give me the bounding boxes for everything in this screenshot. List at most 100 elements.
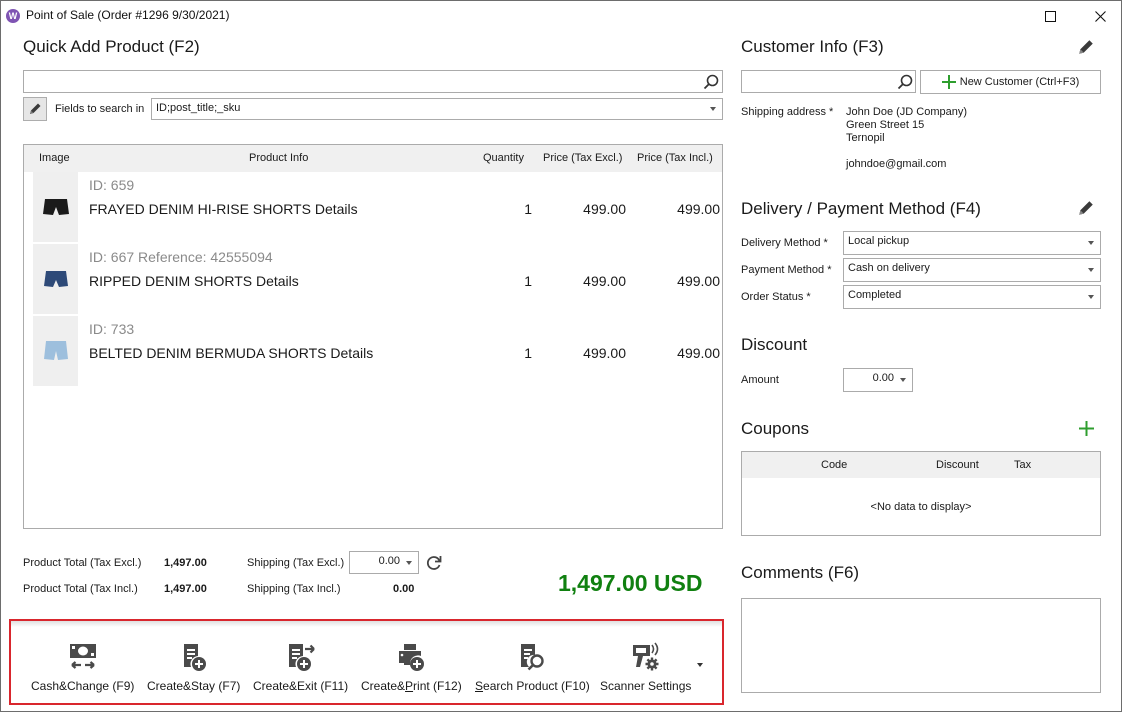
product-price-excl: 499.00 xyxy=(583,273,626,289)
shipping-excl-input[interactable]: 0.00 xyxy=(349,551,419,574)
product-total-excl-value: 1,497.00 xyxy=(164,557,207,569)
delivery-method-select[interactable]: Local pickup xyxy=(843,231,1101,255)
delivery-method-label: Delivery Method * xyxy=(741,237,828,249)
scanner-settings-icon xyxy=(632,642,659,671)
customer-search-button[interactable] xyxy=(895,73,915,91)
close-icon xyxy=(1094,10,1106,22)
new-customer-button[interactable]: New Customer (Ctrl+F3) xyxy=(920,70,1101,94)
product-quantity[interactable]: 1 xyxy=(524,273,532,289)
product-name: BELTED DENIM BERMUDA SHORTS Details xyxy=(89,345,374,361)
scanner-settings-label: Scanner Settings xyxy=(600,679,692,693)
product-name: RIPPED DENIM SHORTS Details xyxy=(89,273,299,289)
column-header-tax[interactable]: Tax xyxy=(1014,459,1031,471)
discount-title: Discount xyxy=(741,335,808,354)
product-id: ID: 659 xyxy=(89,177,135,193)
coupons-title: Coupons xyxy=(741,419,810,438)
customer-info-title: Customer Info (F3) xyxy=(741,37,884,56)
edit-delivery-button[interactable] xyxy=(1076,198,1096,218)
woocommerce-icon: W xyxy=(6,9,20,23)
chevron-down-icon xyxy=(1088,295,1094,299)
column-header-code[interactable]: Code xyxy=(821,459,847,471)
search-product-label: Search Product (F10) xyxy=(475,679,590,693)
comments-title: Comments (F6) xyxy=(741,563,860,582)
discount-amount-label: Amount xyxy=(741,374,779,386)
product-row[interactable]: ID: 659 FRAYED DENIM HI-RISE SHORTS Deta… xyxy=(24,172,722,244)
order-status-select[interactable]: Completed xyxy=(843,285,1101,309)
scanner-settings-button[interactable]: Scanner Settings xyxy=(600,641,691,697)
product-row[interactable]: ID: 667 Reference: 42555094 RIPPED DENIM… xyxy=(24,244,722,316)
cash-change-icon xyxy=(69,644,96,669)
edit-customer-button[interactable] xyxy=(1076,37,1096,57)
toolbar-more-dropdown[interactable] xyxy=(697,663,703,667)
pencil-icon xyxy=(1079,40,1093,54)
product-quantity[interactable]: 1 xyxy=(524,345,532,361)
pos-window: W Point of Sale (Order #1296 9/30/2021) … xyxy=(0,0,1122,712)
discount-amount-input[interactable]: 0.00 xyxy=(843,368,913,392)
shipping-address-label: Shipping address * xyxy=(741,106,834,118)
payment-method-label: Payment Method * xyxy=(741,264,832,276)
coupons-grid: Code Discount Tax <No data to display> xyxy=(741,451,1101,536)
address-line: Green Street 15 xyxy=(846,119,925,131)
product-quantity[interactable]: 1 xyxy=(524,201,532,217)
grand-total: 1,497.00 USD xyxy=(558,570,703,596)
product-total-excl-label: Product Total (Tax Excl.) xyxy=(23,557,142,569)
customer-email: johndoe@gmail.com xyxy=(846,158,947,170)
add-coupon-button[interactable] xyxy=(1077,419,1095,437)
new-customer-label: New Customer (Ctrl+F3) xyxy=(959,76,1080,88)
chevron-down-icon xyxy=(710,107,716,111)
column-header-product-info[interactable]: Product Info xyxy=(249,152,308,164)
create-print-label: Create&Print (F12) xyxy=(361,679,462,693)
discount-amount-value: 0.00 xyxy=(872,372,894,384)
order-status-label: Order Status * xyxy=(741,291,811,303)
shipping-incl-label: Shipping (Tax Incl.) xyxy=(247,583,341,595)
create-print-button[interactable]: Create&Print (F12) xyxy=(361,641,462,697)
search-icon xyxy=(897,74,913,90)
fields-to-search-combo[interactable]: ID;post_title;_sku xyxy=(151,98,723,120)
close-button[interactable] xyxy=(1085,5,1115,27)
create-exit-icon xyxy=(288,644,315,671)
product-row[interactable]: ID: 733 BELTED DENIM BERMUDA SHORTS Deta… xyxy=(24,316,722,388)
product-thumbnail xyxy=(33,316,78,386)
column-header-price-incl[interactable]: Price (Tax Incl.) xyxy=(637,152,713,164)
column-header-image[interactable]: Image xyxy=(39,152,70,164)
search-icon xyxy=(703,74,719,90)
shorts-image-icon xyxy=(42,199,69,215)
customer-search-input[interactable] xyxy=(741,70,916,93)
refresh-shipping-button[interactable] xyxy=(424,553,444,573)
delivery-payment-title: Delivery / Payment Method (F4) xyxy=(741,199,981,218)
column-header-discount[interactable]: Discount xyxy=(936,459,979,471)
edit-fields-button[interactable] xyxy=(23,97,47,121)
product-grid: Image Product Info Quantity Price (Tax E… xyxy=(23,144,723,529)
search-product-icon xyxy=(521,644,545,671)
create-stay-button[interactable]: Create&Stay (F7) xyxy=(147,641,240,697)
chevron-down-icon xyxy=(1088,268,1094,272)
shipping-excl-label: Shipping (Tax Excl.) xyxy=(247,557,345,569)
cash-change-button[interactable]: Cash&Change (F9) xyxy=(31,641,134,697)
comments-textarea[interactable] xyxy=(741,598,1101,693)
product-grid-header: Image Product Info Quantity Price (Tax E… xyxy=(24,145,722,172)
fields-to-search-label: Fields to search in xyxy=(55,103,145,115)
window-title: Point of Sale (Order #1296 9/30/2021) xyxy=(26,8,230,22)
search-product-button[interactable]: Search Product (F10) xyxy=(475,641,590,697)
refresh-icon xyxy=(427,556,442,570)
shipping-excl-value: 0.00 xyxy=(378,555,400,567)
payment-method-select[interactable]: Cash on delivery xyxy=(843,258,1101,282)
create-exit-button[interactable]: Create&Exit (F11) xyxy=(253,641,348,697)
product-id: ID: 733 xyxy=(89,321,135,337)
column-header-price-excl[interactable]: Price (Tax Excl.) xyxy=(543,152,622,164)
shipping-incl-value: 0.00 xyxy=(393,583,415,595)
chevron-down-icon xyxy=(900,378,906,382)
product-id: ID: 667 Reference: 42555094 xyxy=(89,249,273,265)
plus-icon xyxy=(1078,420,1094,436)
create-exit-label: Create&Exit (F11) xyxy=(253,679,349,693)
create-stay-label: Create&Stay (F7) xyxy=(147,679,241,693)
quick-add-search-button[interactable] xyxy=(701,73,721,91)
quick-add-search-input[interactable] xyxy=(23,70,723,93)
title-bar: W Point of Sale (Order #1296 9/30/2021) xyxy=(1,1,1121,31)
plus-icon xyxy=(941,75,956,89)
product-price-excl: 499.00 xyxy=(583,345,626,361)
column-header-quantity[interactable]: Quantity xyxy=(483,152,524,164)
maximize-button[interactable] xyxy=(1035,5,1065,27)
product-total-incl-label: Product Total (Tax Incl.) xyxy=(23,583,138,595)
shipping-address: John Doe (JD Company) Green Street 15 Te… xyxy=(846,106,967,171)
